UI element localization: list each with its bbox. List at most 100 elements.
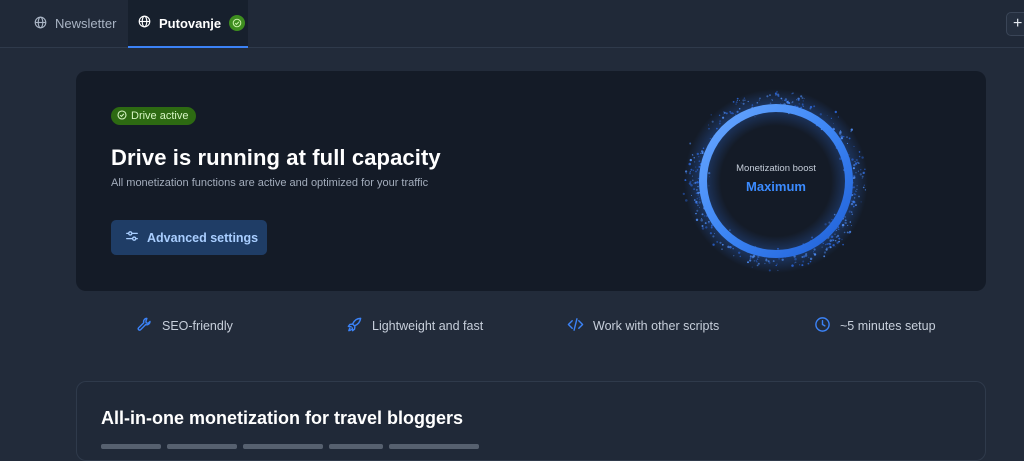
- particle-dot: [739, 255, 742, 258]
- particle-dot: [825, 248, 828, 251]
- particle-dot: [710, 114, 712, 116]
- particle-dot: [837, 228, 840, 231]
- particle-dot: [808, 256, 810, 258]
- particle-dot: [837, 116, 840, 118]
- particle-dot: [819, 113, 822, 116]
- feature-item: SEO-friendly: [136, 316, 233, 336]
- particle-dot: [698, 160, 701, 163]
- particle-dot: [835, 240, 837, 242]
- particle-dot: [729, 229, 731, 231]
- particle-dot: [791, 102, 793, 104]
- particle-dot: [828, 242, 831, 245]
- particle-dot: [692, 175, 693, 177]
- particle-dot: [708, 176, 710, 178]
- sliders-icon: [125, 229, 139, 246]
- particle-dot: [851, 200, 853, 202]
- particle-dot: [756, 101, 759, 104]
- particle-dot: [840, 129, 842, 131]
- particle-dot: [714, 232, 716, 234]
- particle-dot: [736, 99, 738, 101]
- particle-dot: [740, 102, 742, 104]
- particle-dot: [825, 243, 827, 246]
- feature-item: ~5 minutes setup: [814, 316, 936, 336]
- advanced-settings-button[interactable]: Advanced settings: [111, 220, 267, 255]
- add-tab-button[interactable]: +: [1006, 12, 1024, 36]
- particle-dot: [827, 246, 830, 249]
- advanced-settings-label: Advanced settings: [147, 230, 259, 245]
- particle-dot: [700, 150, 704, 153]
- particle-dot: [823, 255, 826, 258]
- particle-dot: [824, 223, 827, 226]
- particle-dot: [718, 114, 721, 117]
- particle-dot: [685, 199, 688, 202]
- particle-dot: [853, 197, 856, 199]
- particle-dot: [851, 158, 854, 161]
- particle-dot: [698, 206, 700, 208]
- particle-dot: [812, 251, 814, 253]
- particle-dot: [732, 245, 734, 247]
- particle-dot: [771, 99, 774, 101]
- tab-putovanje[interactable]: Putovanje: [128, 0, 248, 48]
- particle-dot: [722, 113, 724, 115]
- particle-dot: [853, 201, 856, 204]
- particle-dot: [813, 252, 815, 254]
- particle-dot: [845, 219, 847, 221]
- particle-dot: [689, 158, 692, 162]
- particle-dot: [754, 116, 756, 118]
- particle-dot: [801, 256, 804, 258]
- particle-dot: [798, 103, 800, 105]
- particle-dot: [840, 135, 843, 137]
- particle-dot: [751, 255, 755, 259]
- particle-dot: [775, 264, 777, 267]
- particle-dot: [751, 266, 753, 268]
- section-subtitle-clipped: [101, 436, 501, 449]
- particle-dot: [851, 211, 853, 213]
- particle-dot: [719, 120, 722, 123]
- particle-dot: [699, 199, 701, 201]
- gauge-value: Maximum: [746, 179, 806, 194]
- particle-dot: [833, 213, 836, 216]
- particle-dot: [721, 248, 723, 250]
- tab-bar: Newsletter Putovanje +: [0, 0, 1024, 48]
- particle-dot: [718, 122, 721, 125]
- particle-dot: [710, 224, 713, 227]
- section-title: All-in-one monetization for travel blogg…: [101, 408, 464, 428]
- particle-dot: [844, 221, 847, 224]
- particle-dot: [708, 127, 710, 130]
- feature-label: Lightweight and fast: [372, 319, 484, 333]
- particle-dot: [853, 145, 855, 147]
- globe-icon: [138, 15, 151, 31]
- particle-dot: [792, 92, 794, 94]
- particle-dot: [809, 257, 813, 261]
- particle-dot: [830, 235, 834, 239]
- particle-dot: [702, 147, 705, 150]
- clock-icon: [814, 316, 831, 336]
- particle-dot: [712, 235, 715, 238]
- particle-dot: [802, 260, 805, 263]
- particle-dot: [711, 120, 714, 123]
- info-card: All-in-one monetization for travel blogg…: [76, 381, 986, 461]
- feature-label: Work with other scripts: [593, 319, 720, 333]
- particle-dot: [822, 242, 824, 244]
- particle-dot: [736, 97, 739, 100]
- tab-newsletter[interactable]: Newsletter: [34, 0, 116, 47]
- tab-label: Newsletter: [55, 16, 117, 31]
- particle-dot: [795, 261, 797, 263]
- particle-dot: [766, 95, 769, 98]
- particle-dot: [852, 205, 855, 208]
- particle-dot: [704, 222, 707, 225]
- particle-dot: [699, 197, 701, 199]
- particle-dot: [843, 231, 846, 234]
- particle-dot: [732, 112, 735, 115]
- particle-dot: [732, 248, 734, 250]
- feature-item: Work with other scripts: [567, 316, 719, 336]
- particle-dot: [850, 202, 854, 206]
- particle-dot: [780, 97, 783, 100]
- particle-dot: [751, 104, 754, 106]
- particle-dot: [695, 212, 697, 215]
- feature-item: Lightweight and fast: [346, 316, 483, 336]
- particle-dot: [860, 201, 862, 203]
- particle-dot: [781, 258, 784, 261]
- particle-dot: [850, 225, 852, 227]
- particle-dot: [778, 257, 781, 260]
